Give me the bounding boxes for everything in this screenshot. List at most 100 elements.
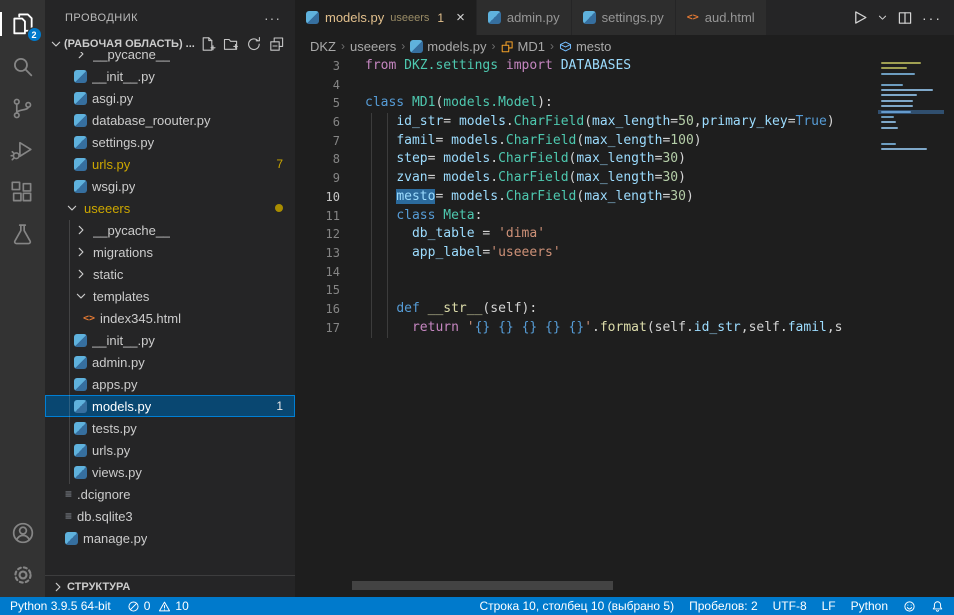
code-line-4[interactable]: 4	[295, 76, 878, 95]
close-icon[interactable]: ×	[456, 10, 465, 25]
breadcrumb-separator: ›	[401, 39, 405, 53]
tree-item-admin-py[interactable]: admin.py	[45, 351, 295, 373]
code-line-17[interactable]: 17 return '{} {} {} {} {}'.format(self.i…	[295, 319, 878, 338]
status-language-mode[interactable]: Python	[851, 600, 888, 612]
breadcrumb-useeers[interactable]: useeers	[350, 39, 396, 54]
tree-item-models-py[interactable]: models.py1	[45, 395, 295, 417]
chevron-right-icon	[51, 580, 65, 594]
chevron-down-icon	[74, 289, 88, 303]
code-line-12[interactable]: 12 db_table = 'dima'	[295, 225, 878, 244]
tree-item-migrations[interactable]: migrations	[45, 241, 295, 263]
modified-dot-badge	[275, 204, 283, 212]
tab-admin-py[interactable]: admin.py	[477, 0, 571, 35]
breadcrumb-mesto[interactable]: mesto	[559, 39, 611, 54]
status-indentation[interactable]: Пробелов: 2	[689, 600, 758, 612]
tree-item-templates[interactable]: templates	[45, 285, 295, 307]
tree-item--pycache-[interactable]: __pycache__	[45, 52, 295, 65]
breadcrumb-separator: ›	[341, 39, 345, 53]
code-editor[interactable]: 3from DKZ.settings import DATABASES45cla…	[295, 57, 878, 581]
views-and-more-actions-button[interactable]: ···	[264, 10, 281, 26]
line-number: 5	[295, 94, 340, 113]
config-file-icon: ≡	[65, 509, 72, 523]
breadcrumb-models.py[interactable]: models.py	[410, 39, 486, 54]
search-icon[interactable]	[9, 52, 37, 80]
status-python-interpreter[interactable]: Python 3.9.5 64-bit	[10, 600, 111, 612]
tree-item-database-roouter-py[interactable]: database_roouter.py	[45, 109, 295, 131]
tree-item--init-py[interactable]: __init__.py	[45, 65, 295, 87]
code-line-7[interactable]: 7 famil= models.CharField(max_length=100…	[295, 132, 878, 151]
code-line-11[interactable]: 11 class Meta:	[295, 207, 878, 226]
code-line-16[interactable]: 16 def __str__(self):	[295, 300, 878, 319]
accounts-icon[interactable]	[9, 519, 37, 547]
python-file-icon	[74, 180, 87, 193]
bell-icon	[931, 600, 944, 613]
tree-item-settings-py[interactable]: settings.py	[45, 131, 295, 153]
code-line-3[interactable]: 3from DKZ.settings import DATABASES	[295, 57, 878, 76]
testing-icon[interactable]	[9, 220, 37, 248]
split-editor-icon[interactable]	[897, 10, 913, 26]
new-file-icon[interactable]	[200, 36, 216, 52]
tree-item-tests-py[interactable]: tests.py	[45, 417, 295, 439]
python-file-icon	[74, 444, 87, 457]
tab-models-py[interactable]: models.pyuseeers1×	[295, 0, 476, 35]
tree-item-static[interactable]: static	[45, 263, 295, 285]
status-cursor-position[interactable]: Строка 10, столбец 10 (выбрано 5)	[479, 600, 674, 612]
editor-indent-guide	[387, 113, 388, 338]
line-number: 14	[295, 263, 340, 282]
tree-item--init-py[interactable]: __init__.py	[45, 329, 295, 351]
manage-settings-icon[interactable]	[9, 561, 37, 589]
minimap[interactable]	[878, 62, 944, 282]
source-control-icon[interactable]	[9, 94, 37, 122]
new-folder-icon[interactable]	[223, 36, 239, 52]
extensions-icon[interactable]	[9, 178, 37, 206]
tree-item-asgi-py[interactable]: asgi.py	[45, 87, 295, 109]
refresh-explorer-icon[interactable]	[246, 36, 262, 52]
code-line-13[interactable]: 13 app_label='useeers'	[295, 244, 878, 263]
tree-item-index345-html[interactable]: <>index345.html	[45, 307, 295, 329]
code-line-6[interactable]: 6 id_str= models.CharField(max_length=50…	[295, 113, 878, 132]
tab-label: settings.py	[602, 10, 664, 25]
outline-section-header[interactable]: СТРУКТУРА	[45, 575, 295, 597]
tree-item--pycache-[interactable]: __pycache__	[45, 219, 295, 241]
tree-item-views-py[interactable]: views.py	[45, 461, 295, 483]
collapse-folders-icon[interactable]	[269, 36, 285, 52]
explorer-icon[interactable]: 2	[9, 10, 37, 38]
horizontal-scrollbar-thumb[interactable]	[352, 581, 613, 590]
python-file-icon	[74, 356, 87, 369]
code-line-10[interactable]: 10 mesto= models.CharField(max_length=30…	[295, 188, 878, 207]
line-number: 13	[295, 244, 340, 263]
status-bar: Python 3.9.5 64-bit 010 Строка 10, столбе…	[0, 597, 954, 615]
status-encoding[interactable]: UTF-8	[773, 600, 807, 612]
tree-item-db-sqlite3[interactable]: ≡db.sqlite3	[45, 505, 295, 527]
line-number: 9	[295, 169, 340, 188]
status-problems[interactable]: 010	[127, 600, 189, 613]
status-eol[interactable]: LF	[822, 600, 836, 612]
tree-item-urls-py[interactable]: urls.py	[45, 439, 295, 461]
tree-item-wsgi-py[interactable]: wsgi.py	[45, 175, 295, 197]
breadcrumb-md1[interactable]: MD1	[501, 39, 545, 54]
tree-item-apps-py[interactable]: apps.py	[45, 373, 295, 395]
tree-item--dcignore[interactable]: ≡.dcignore	[45, 483, 295, 505]
code-line-15[interactable]: 15	[295, 281, 878, 300]
sidebar-title: ПРОВОДНИК	[65, 12, 138, 24]
workspace-section-header[interactable]: (РАБОЧАЯ ОБЛАСТЬ) ...	[45, 35, 295, 52]
breadcrumb-separator: ›	[550, 39, 554, 53]
run-dropdown-chevron-icon[interactable]	[877, 12, 888, 23]
run-and-debug-icon[interactable]	[9, 136, 37, 164]
tab-aud-html[interactable]: <>aud.html	[676, 0, 766, 35]
more-actions-icon[interactable]: ···	[922, 10, 942, 26]
code-line-14[interactable]: 14	[295, 263, 878, 282]
status-feedback[interactable]	[903, 600, 916, 613]
code-line-8[interactable]: 8 step= models.CharField(max_length=30)	[295, 150, 878, 169]
run-python-file-icon[interactable]	[851, 9, 868, 26]
code-line-9[interactable]: 9 zvan= models.CharField(max_length=30)	[295, 169, 878, 188]
vscode-window: 2 ПРОВОДНИК ··· (РАБОЧАЯ ОБЛАСТЬ) ... __…	[0, 0, 954, 615]
status-notifications[interactable]	[931, 600, 944, 613]
tree-indent-guide	[69, 220, 70, 484]
tab-settings-py[interactable]: settings.py	[572, 0, 675, 35]
breadcrumb-dkz[interactable]: DKZ	[310, 39, 336, 54]
tree-item-useeers[interactable]: useeers	[45, 197, 295, 219]
tree-item-manage-py[interactable]: manage.py	[45, 527, 295, 549]
code-line-5[interactable]: 5class MD1(models.Model):	[295, 94, 878, 113]
tree-item-urls-py[interactable]: urls.py7	[45, 153, 295, 175]
